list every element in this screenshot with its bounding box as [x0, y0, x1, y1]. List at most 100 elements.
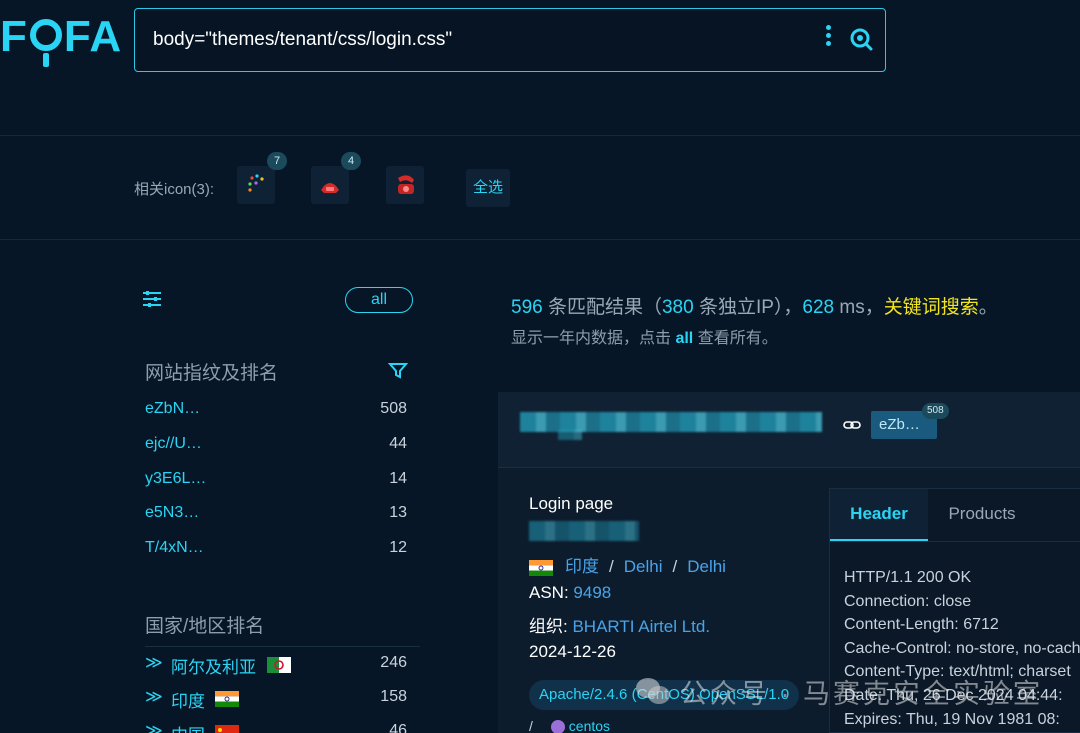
query-time: 628	[802, 297, 835, 318]
double-chevron-icon: ≫	[145, 721, 163, 733]
divider	[0, 239, 1080, 240]
tab-products[interactable]: Products	[930, 489, 1034, 541]
asn-link[interactable]: 9498	[573, 583, 611, 602]
keyword-search-link[interactable]: 关键词搜索	[884, 297, 979, 318]
region-link[interactable]: Delhi	[624, 557, 663, 576]
double-chevron-icon: ≫	[145, 687, 163, 706]
double-chevron-icon: ≫	[145, 653, 163, 672]
country-row[interactable]: ≫ 印度 158	[145, 685, 407, 713]
country-count: 46	[389, 722, 407, 733]
os-row: / centos	[529, 718, 610, 733]
wechat-icon	[636, 678, 670, 704]
asn-label: ASN:	[529, 583, 574, 602]
fingerprint-key[interactable]: y3E6L…	[145, 470, 206, 488]
tab-header[interactable]: Header	[830, 489, 928, 541]
select-all-button[interactable]: 全选	[466, 169, 510, 207]
fofa-logo[interactable]: F FA	[0, 12, 123, 67]
org-label: 组织:	[529, 617, 573, 636]
logo-letter-f: F	[0, 12, 28, 61]
summary-end: 。	[978, 297, 998, 318]
fingerprint-ranking-title: 网站指纹及排名	[145, 363, 279, 384]
fingerprint-key[interactable]: e5N3…	[145, 504, 199, 522]
country-name[interactable]: 印度	[171, 687, 205, 712]
hint-all-link[interactable]: all	[675, 330, 693, 347]
country-name[interactable]: 中国	[171, 721, 205, 733]
india-flag-icon	[215, 691, 239, 707]
fingerprint-row[interactable]: eZbN… 508	[145, 396, 407, 426]
fingerprint-key[interactable]: T/4xN…	[145, 539, 204, 557]
org-row: 组织: BHARTI Airtel Ltd.	[529, 612, 710, 637]
unique-ip-count: 380	[661, 297, 694, 318]
tag-count-badge: 508	[922, 403, 949, 419]
centos-icon	[550, 720, 565, 733]
search-box[interactable]: body="themes/tenant/css/login.css"	[134, 8, 886, 72]
logo-o-icon	[29, 19, 62, 67]
divider	[145, 646, 420, 647]
city-link[interactable]: Delhi	[687, 557, 726, 576]
location-row: 印度 / Delhi / Delhi	[529, 552, 726, 577]
related-icon-label: 相关icon(3):	[134, 181, 215, 198]
site-title: Login page	[529, 494, 614, 513]
result-summary: 596 条匹配结果（380 条独立IP），628 ms，关键词搜索。	[511, 292, 998, 319]
os-prefix: /	[529, 718, 533, 733]
red-phone-alt-icon	[398, 175, 414, 194]
redacted-ip[interactable]	[529, 521, 639, 541]
filter-settings-icon[interactable]	[141, 288, 163, 310]
all-toggle-button[interactable]: all	[345, 287, 413, 313]
fingerprint-row[interactable]: ejc//U… 44	[145, 431, 407, 461]
more-options-icon[interactable]	[823, 25, 833, 51]
colorful-dots-icon	[248, 174, 264, 192]
header-line: HTTP/1.1 200 OK	[844, 569, 972, 586]
update-date: 2024-12-26	[529, 642, 616, 661]
hint-suffix: 查看所有。	[693, 330, 778, 347]
watermark-text: 公众号 · 马赛克安全实验室	[680, 679, 1043, 709]
red-phone-icon	[321, 183, 339, 193]
search-icon[interactable]	[849, 27, 873, 51]
data-range-hint: 显示一年内数据，点击 all 查看所有。	[511, 324, 778, 348]
org-link[interactable]: BHARTI Airtel Ltd.	[572, 617, 710, 636]
country-ranking-title: 国家/地区排名	[145, 616, 265, 637]
time-unit: ms，	[834, 297, 884, 318]
fingerprint-key[interactable]: ejc//U…	[145, 435, 202, 453]
fingerprint-count: 508	[380, 400, 407, 417]
link-icon[interactable]	[843, 418, 861, 432]
china-flag-icon	[215, 725, 239, 733]
country-row[interactable]: ≫ 中国 46	[145, 719, 407, 733]
india-flag-icon	[529, 559, 553, 576]
fingerprint-row[interactable]: y3E6L… 14	[145, 466, 407, 496]
divider	[0, 135, 1080, 136]
unique-ip-text: 条独立IP），	[693, 297, 803, 318]
related-icon-dots[interactable]	[237, 166, 275, 204]
redacted-host-part	[558, 430, 582, 440]
country-count: 246	[380, 654, 407, 671]
divider	[829, 541, 1080, 542]
related-icon-phone[interactable]	[311, 166, 349, 204]
icon-count-badge: 7	[267, 152, 287, 170]
fingerprint-row[interactable]: e5N3… 13	[145, 500, 407, 530]
header-line: Connection: close	[844, 592, 972, 610]
country-count: 158	[380, 688, 407, 705]
logo-letters-fa: FA	[63, 12, 123, 61]
country-name[interactable]: 阿尔及利亚	[171, 653, 256, 678]
hint-prefix: 显示一年内数据，点击	[511, 330, 676, 347]
result-card-header	[498, 392, 1080, 468]
country-row[interactable]: ≫ 阿尔及利亚 246	[145, 651, 407, 679]
country-link[interactable]: 印度	[565, 557, 599, 576]
fingerprint-key[interactable]: eZbN…	[145, 400, 200, 418]
fingerprint-row[interactable]: T/4xN… 12	[145, 535, 407, 565]
related-icon-phone-alt[interactable]	[386, 166, 424, 204]
fingerprint-count: 13	[389, 504, 407, 521]
header-line: Cache-Control: no-store, no-cache	[844, 639, 1080, 657]
funnel-icon[interactable]	[388, 361, 408, 381]
redacted-host[interactable]	[520, 412, 822, 432]
asn-row: ASN: 9498	[529, 583, 611, 603]
header-line: Expires: Thu, 19 Nov 1981 08:	[844, 710, 1060, 728]
fingerprint-count: 44	[389, 435, 407, 452]
match-count: 596	[511, 297, 543, 318]
icon-count-badge: 4	[341, 152, 361, 170]
match-text: 条匹配结果（	[542, 297, 662, 318]
header-line: Content-Length: 6712	[844, 616, 999, 634]
search-input[interactable]: body="themes/tenant/css/login.css"	[153, 29, 452, 51]
fingerprint-count: 14	[389, 470, 407, 487]
os-link[interactable]: centos	[569, 718, 610, 733]
